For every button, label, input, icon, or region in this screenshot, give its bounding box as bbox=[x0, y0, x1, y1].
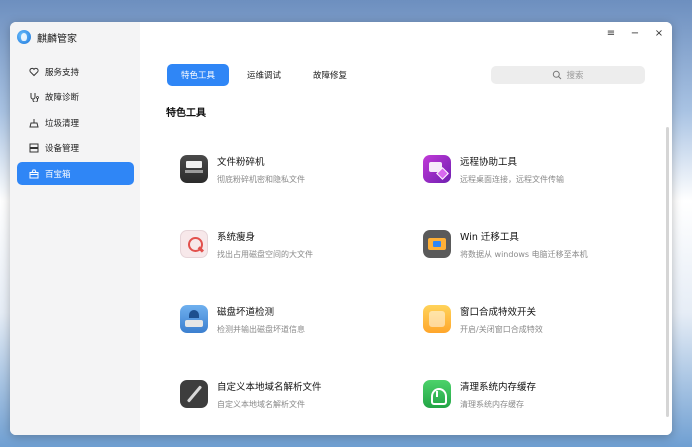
section-title: 特色工具 bbox=[166, 108, 206, 119]
tool-remote-assist[interactable]: 远程协助工具 远程桌面连接，远程文件传输 bbox=[423, 150, 643, 190]
tool-name: 窗口合成特效开关 bbox=[460, 307, 537, 318]
tool-name: 系统瘦身 bbox=[217, 232, 256, 243]
tool-name: 自定义本地域名解析文件 bbox=[217, 382, 322, 393]
tool-system-slim[interactable]: 系统瘦身 找出占用磁盘空间的大文件 bbox=[180, 225, 400, 265]
diagnosis-icon bbox=[29, 92, 39, 102]
close-icon[interactable]: × bbox=[654, 28, 664, 39]
remote-assist-icon bbox=[423, 155, 451, 183]
sidebar-item-label: 服务支持 bbox=[45, 67, 80, 78]
window-controls: ≡ − × bbox=[606, 28, 664, 39]
tool-name: Win 迁移工具 bbox=[460, 232, 519, 243]
search-icon bbox=[553, 70, 562, 80]
sidebar-item-label: 设备管理 bbox=[45, 144, 80, 154]
tool-desc: 将数据从 windows 电脑迁移至本机 bbox=[460, 250, 588, 259]
main-panel: ≡ − × 特色工具 运维调试 故障修复 搜索 特色工具 文件粉碎机 彻底粉碎机… bbox=[140, 22, 672, 435]
tool-name: 文件粉碎机 bbox=[217, 157, 265, 168]
sidebar-item-diagnosis[interactable]: 故障诊断 bbox=[17, 86, 134, 109]
tab-featured-tools[interactable]: 特色工具 bbox=[167, 64, 230, 86]
app-logo-icon bbox=[17, 30, 31, 44]
magnifier-icon bbox=[180, 230, 208, 258]
window-effect-icon bbox=[423, 305, 451, 333]
tool-memory-clean[interactable]: 清理系统内存缓存 清理系统内存缓存 bbox=[423, 375, 643, 415]
sidebar-item-toolbox[interactable]: 百宝箱 bbox=[17, 162, 134, 185]
pen-icon bbox=[180, 380, 208, 408]
device-icon bbox=[29, 143, 39, 153]
sidebar-item-label: 百宝箱 bbox=[45, 169, 71, 180]
tab-bar: 特色工具 运维调试 故障修复 bbox=[167, 64, 361, 86]
tool-desc: 找出占用磁盘空间的大文件 bbox=[217, 250, 313, 259]
sidebar-item-device[interactable]: 设备管理 bbox=[17, 137, 134, 160]
sidebar-nav: 服务支持 故障诊断 垃圾清理 设备管理 百宝箱 bbox=[17, 60, 134, 188]
toolbox-icon bbox=[29, 169, 39, 179]
tool-desc: 彻底粉碎机密和隐私文件 bbox=[217, 175, 305, 184]
tool-window-effects[interactable]: 窗口合成特效开关 开启/关闭窗口合成特效 bbox=[423, 300, 643, 340]
tool-hosts-editor[interactable]: 自定义本地域名解析文件 自定义本地域名解析文件 bbox=[180, 375, 400, 415]
tab-ops-debug[interactable]: 运维调试 bbox=[233, 64, 295, 86]
tool-win-migrate[interactable]: Win 迁移工具 将数据从 windows 电脑迁移至本机 bbox=[423, 225, 643, 265]
tool-name: 远程协助工具 bbox=[460, 157, 518, 168]
app-name: 麒麟管家 bbox=[37, 33, 77, 45]
tool-desc: 检测并输出磁盘坏道信息 bbox=[217, 325, 305, 334]
tool-desc: 自定义本地域名解析文件 bbox=[217, 400, 305, 409]
sidebar-item-label: 故障诊断 bbox=[45, 93, 80, 103]
sidebar: 麒麟管家 服务支持 故障诊断 垃圾清理 设备管理 百宝箱 bbox=[10, 22, 140, 435]
heart-icon bbox=[29, 67, 39, 77]
tool-desc: 开启/关闭窗口合成特效 bbox=[460, 325, 543, 334]
shredder-icon bbox=[180, 155, 208, 183]
sidebar-item-label: 垃圾清理 bbox=[45, 118, 80, 129]
tab-fault-repair[interactable]: 故障修复 bbox=[299, 64, 361, 86]
memory-clean-icon bbox=[423, 380, 451, 408]
search-input[interactable]: 搜索 bbox=[491, 66, 645, 84]
menu-icon[interactable]: ≡ bbox=[606, 28, 616, 39]
tool-disk-check[interactable]: 磁盘坏道检测 检测并输出磁盘坏道信息 bbox=[180, 300, 400, 340]
tool-desc: 远程桌面连接，远程文件传输 bbox=[460, 175, 564, 184]
scrollbar[interactable] bbox=[666, 127, 669, 417]
app-window: 麒麟管家 服务支持 故障诊断 垃圾清理 设备管理 百宝箱 ≡ − × 特色工具 … bbox=[10, 22, 672, 435]
minimize-icon[interactable]: − bbox=[630, 28, 640, 39]
sidebar-item-service-support[interactable]: 服务支持 bbox=[17, 60, 134, 83]
app-title: 麒麟管家 bbox=[17, 28, 77, 46]
tool-file-shredder[interactable]: 文件粉碎机 彻底粉碎机密和隐私文件 bbox=[180, 150, 400, 190]
tool-desc: 清理系统内存缓存 bbox=[460, 400, 524, 409]
migrate-icon bbox=[423, 230, 451, 258]
tool-name: 清理系统内存缓存 bbox=[460, 382, 537, 393]
search-placeholder: 搜索 bbox=[566, 71, 584, 81]
tool-name: 磁盘坏道检测 bbox=[217, 307, 275, 318]
broom-icon bbox=[29, 118, 39, 128]
disk-check-icon bbox=[180, 305, 208, 333]
sidebar-item-cleanup[interactable]: 垃圾清理 bbox=[17, 111, 134, 134]
